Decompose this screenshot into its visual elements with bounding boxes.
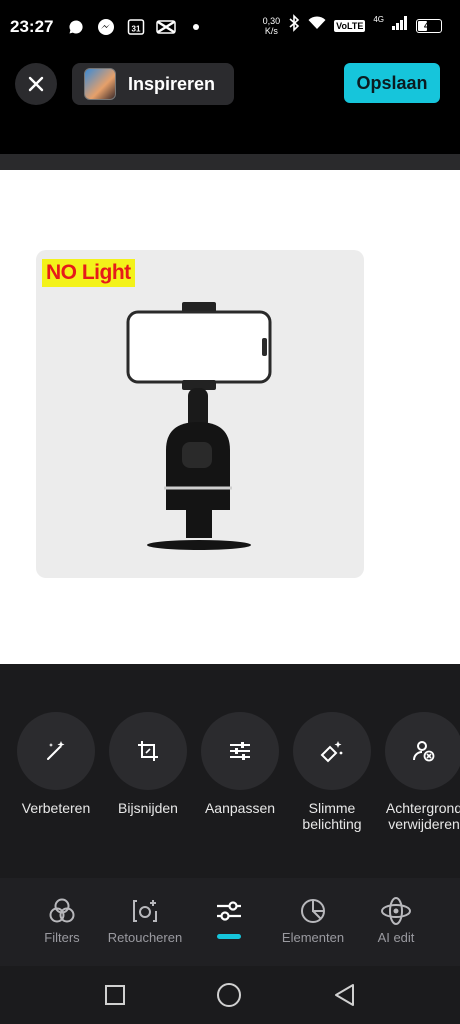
editor-header: Inspireren Opslaan [0, 56, 460, 154]
system-indicators: 0,30 K/s VoLTE 4G 41 [263, 14, 442, 37]
chat-bubble-icon [66, 17, 86, 37]
inspire-label: Inspireren [128, 73, 216, 94]
sliders-icon [230, 742, 250, 760]
adjust-icon [184, 896, 274, 926]
crop-icon [138, 741, 158, 761]
square-icon [105, 985, 125, 1005]
tool-adjust[interactable]: Aanpassen [200, 712, 280, 816]
nav-label: AI edit [377, 930, 415, 945]
nav-adjust[interactable] [184, 896, 274, 939]
active-indicator [217, 934, 241, 939]
magic-wand-icon [47, 741, 65, 760]
nav-retouch[interactable]: Retoucheren [100, 896, 190, 945]
volte-badge: VoLTE [334, 19, 366, 32]
nav-label: Retoucheren [107, 930, 183, 945]
close-icon [28, 76, 44, 92]
status-bar: 23:27 31 0,30 K/s VoLTE 4G 41 [0, 0, 460, 56]
notification-icons: 31 [66, 17, 206, 37]
ai-edit-icon [351, 896, 441, 926]
close-button[interactable] [15, 63, 57, 105]
tool-adjust-button[interactable] [201, 712, 279, 790]
tool-enhance-button[interactable] [17, 712, 95, 790]
tool-enhance[interactable]: Verbeteren [16, 712, 96, 816]
elements-icon [268, 896, 358, 926]
remove-background-icon [413, 741, 435, 762]
smart-light-icon [320, 741, 343, 763]
system-navigation-bar [0, 966, 460, 1024]
tool-label: Bijsnijden [118, 800, 178, 816]
nav-ai-edit[interactable]: AI edit [351, 896, 441, 945]
edited-photo[interactable]: NO Light [36, 250, 364, 578]
calendar-day: 31 [132, 25, 141, 34]
inspire-thumbnail [84, 68, 116, 100]
recent-apps-button[interactable] [102, 982, 128, 1008]
tool-smart-light-button[interactable] [293, 712, 371, 790]
back-triangle-icon [335, 984, 354, 1006]
nav-label: Elementen [281, 930, 345, 945]
inspire-button[interactable]: Inspireren [72, 63, 234, 105]
tool-crop-button[interactable] [109, 712, 187, 790]
calendar-icon: 31 [126, 17, 146, 37]
canvas-top-strip [0, 154, 460, 170]
messenger-icon [96, 17, 116, 37]
net-speed: 0,30 K/s [263, 16, 281, 36]
bottom-nav: Filters Retoucheren Elementen AI edit [0, 878, 460, 966]
bluetooth-icon [288, 14, 300, 37]
tool-label: Verbeteren [21, 800, 91, 816]
net-speed-unit: K/s [264, 25, 278, 36]
battery-text: 41 [423, 20, 434, 31]
tool-label: Slimme belichting [302, 800, 362, 832]
filters-icon [17, 896, 107, 926]
tool-crop[interactable]: Bijsnijden [108, 712, 188, 816]
save-button[interactable]: Opslaan [344, 63, 440, 103]
nav-elements[interactable]: Elementen [268, 896, 358, 945]
phone-stand-image [126, 302, 272, 550]
back-button[interactable] [332, 982, 358, 1008]
editor-canvas[interactable]: NO Light [0, 170, 460, 664]
home-button[interactable] [216, 982, 242, 1008]
tool-row: Verbeteren Bijsnijden Aanpassen Slimme b… [0, 664, 460, 878]
tool-smart-light[interactable]: Slimme belichting [292, 712, 372, 832]
circle-icon [217, 983, 241, 1007]
status-time: 23:27 [10, 17, 54, 36]
no-light-badge: NO Light [42, 259, 135, 287]
tool-label: Aanpassen [204, 800, 276, 816]
network-type: 4G [373, 15, 384, 24]
tool-label: Achtergrond verwijderen [385, 800, 460, 832]
tool-remove-background[interactable]: Achtergrond verwijderen [384, 712, 460, 832]
tool-remove-background-button[interactable] [385, 712, 460, 790]
capcut-icon [156, 17, 176, 37]
net-speed-value: 0,30 [262, 15, 281, 26]
nav-label: Filters [44, 930, 80, 945]
battery-icon: 41 [416, 18, 442, 33]
nav-filters[interactable]: Filters [17, 896, 107, 945]
dot-icon [186, 17, 206, 37]
signal-icon [392, 16, 408, 35]
retouch-icon [100, 896, 190, 926]
wifi-icon [308, 16, 326, 35]
